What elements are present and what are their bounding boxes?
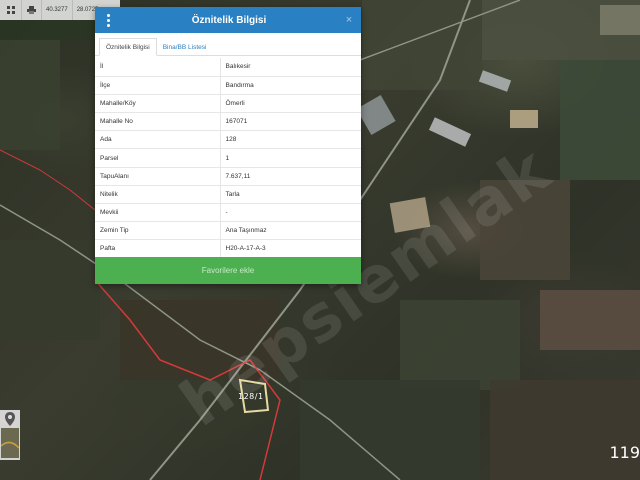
attr-key: TapuAlanı <box>95 167 221 186</box>
attr-key: İlçe <box>95 76 221 95</box>
attr-value: H20-A-17-A-3 <box>220 239 361 259</box>
menu-grid-icon[interactable] <box>0 0 22 20</box>
attr-value: 7.637,11 <box>220 167 361 186</box>
add-favorite-button[interactable]: Favorilere ekle <box>95 257 361 284</box>
location-pin-icon <box>5 412 15 426</box>
tab-building-list[interactable]: Bina/BB Listesi <box>157 38 213 56</box>
attr-key: Parsel <box>95 148 221 168</box>
attr-value: Ana Taşınmaz <box>220 221 361 241</box>
popup-tabs: Öznitelik Bilgisi Bina/BB Listesi <box>95 33 361 56</box>
attr-value: 167071 <box>220 112 361 132</box>
attr-key: Zemin Tip <box>95 221 221 241</box>
popup-header: Öznitelik Bilgisi × <box>95 7 361 33</box>
attr-value: Balıkesir <box>220 58 361 77</box>
attr-key: Ada <box>95 130 221 150</box>
table-row: İl Balıkesir <box>95 58 361 77</box>
parcel-label: 128/1 <box>238 392 264 401</box>
parcel-boundary <box>0 149 96 211</box>
map-thumbnail-icon <box>1 428 19 458</box>
table-row: Zemin Tip Ana Taşınmaz <box>95 221 361 241</box>
table-row: Ada 128 <box>95 130 361 150</box>
attr-value: - <box>220 203 361 223</box>
table-row: İlçe Bandırma <box>95 76 361 95</box>
coordinate-x: 40.3277 <box>42 0 73 20</box>
table-row: Parsel 1 <box>95 148 361 168</box>
attr-value: Tarla <box>220 185 361 205</box>
table-row: Pafta H20-A-17-A-3 <box>95 239 361 259</box>
attr-value: Ömerli <box>220 94 361 114</box>
table-row: Mahalle No 167071 <box>95 112 361 132</box>
attr-key: Mahalle/Köy <box>95 94 221 114</box>
kebab-menu-icon[interactable] <box>95 7 121 33</box>
tab-attribute-info[interactable]: Öznitelik Bilgisi <box>99 38 157 56</box>
attr-key: İl <box>95 58 221 77</box>
popup-title: Öznitelik Bilgisi <box>191 14 267 26</box>
table-row: Mahalle/Köy Ömerli <box>95 94 361 114</box>
attr-key: Nitelik <box>95 185 221 205</box>
attr-key: Mahalle No <box>95 112 221 132</box>
attr-key: Mevkii <box>95 203 221 223</box>
print-icon[interactable] <box>22 0 42 20</box>
attr-value: 1 <box>220 148 361 168</box>
attribute-table: İl Balıkesir İlçe Bandırma Mahalle/Köy Ömer… <box>95 58 361 259</box>
attr-key: Pafta <box>95 239 221 259</box>
scale-number: 119 <box>609 443 640 462</box>
location-widget[interactable] <box>0 410 20 460</box>
table-row: TapuAlanı 7.637,11 <box>95 167 361 186</box>
road <box>359 0 521 61</box>
table-row: Nitelik Tarla <box>95 185 361 205</box>
table-row: Mevkii - <box>95 203 361 223</box>
attr-value: 128 <box>220 130 361 150</box>
attr-value: Bandırma <box>220 76 361 95</box>
attribute-info-popup: Öznitelik Bilgisi × Öznitelik Bilgisi Bi… <box>95 7 361 284</box>
close-icon[interactable]: × <box>337 14 361 26</box>
